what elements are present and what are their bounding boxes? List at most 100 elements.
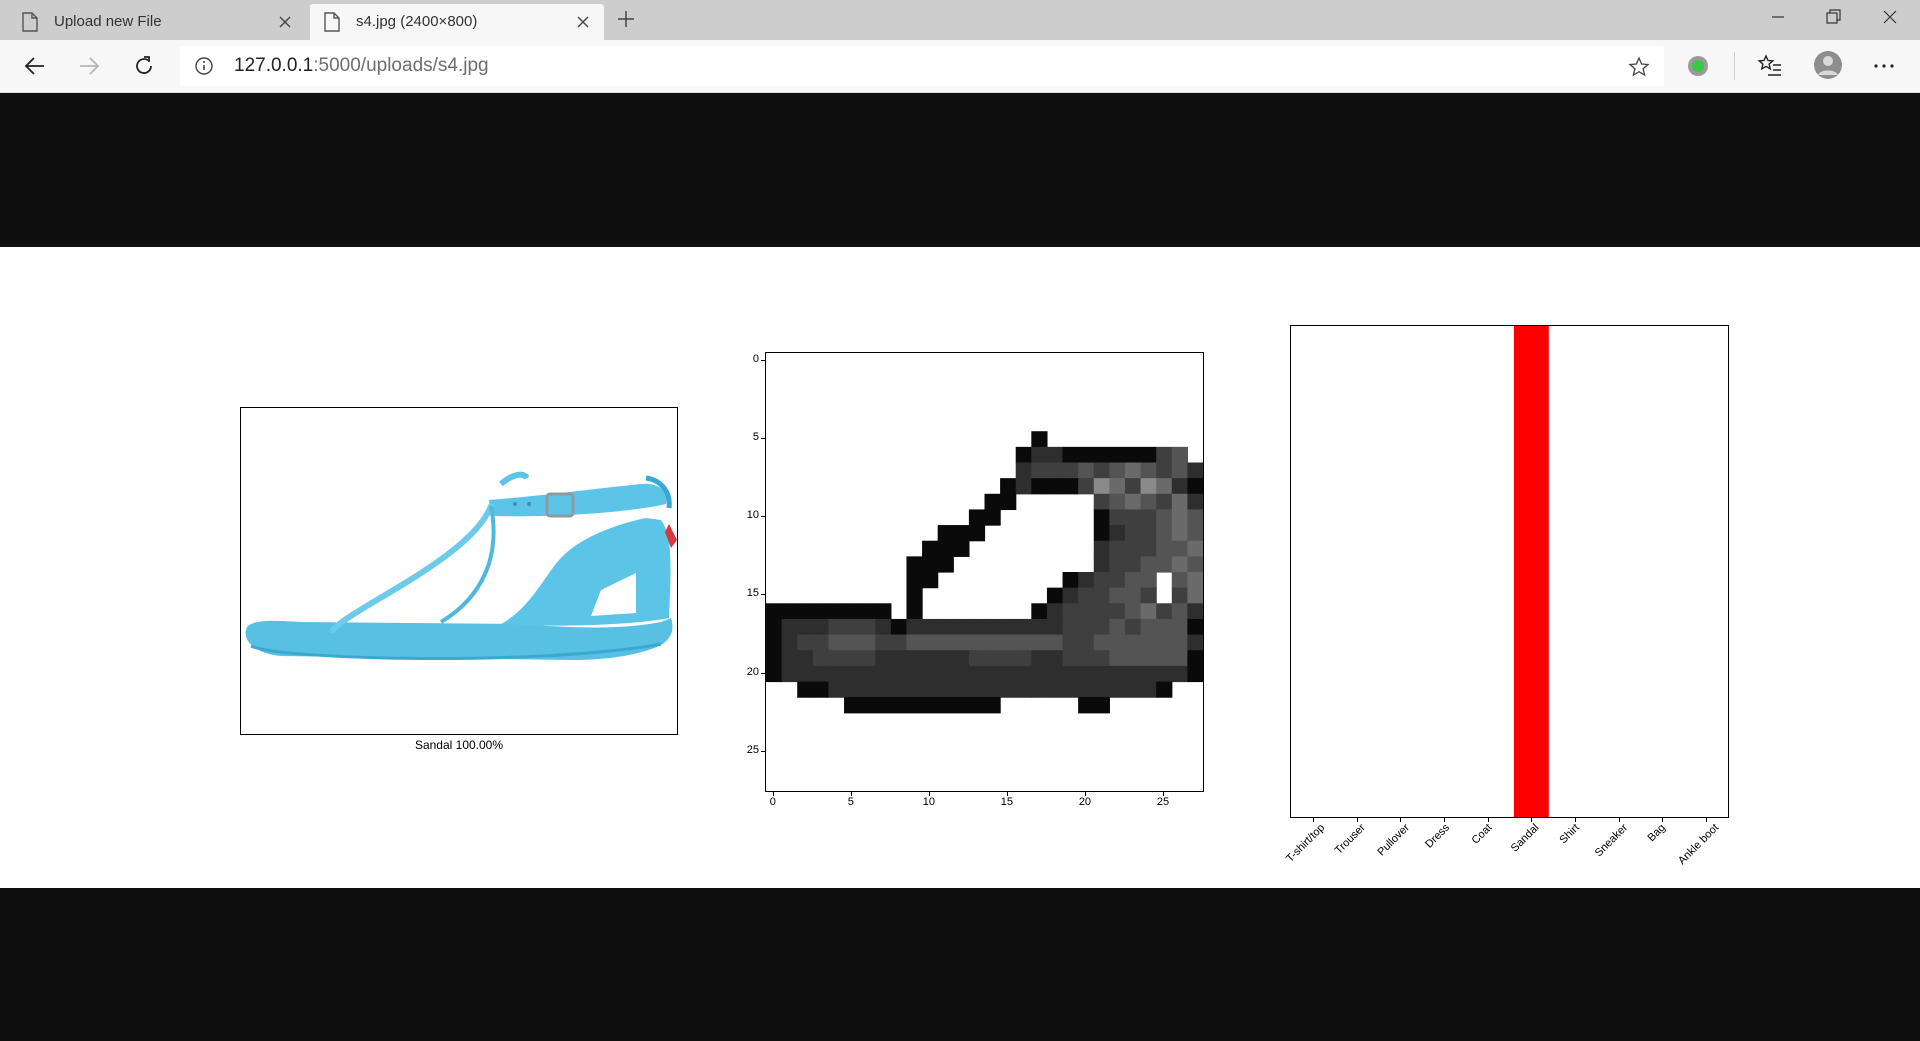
pixel: [1046, 446, 1064, 464]
pixel: [812, 681, 830, 698]
pixel: [1140, 572, 1157, 589]
pixel: [1031, 431, 1048, 448]
x-tick-mark: [928, 792, 930, 796]
pixel: [922, 634, 939, 651]
new-tab-icon[interactable]: [614, 7, 638, 31]
pixel: [1140, 462, 1157, 479]
pixel: [1156, 478, 1173, 495]
pixel: [937, 618, 954, 636]
pixel: [1093, 572, 1110, 589]
pixel: [1031, 665, 1048, 683]
y-tick-label: 0: [752, 352, 759, 365]
pixel: [1046, 681, 1064, 698]
pixel: [937, 556, 954, 573]
pixel: [875, 665, 892, 683]
y-tick-label: 5: [752, 431, 759, 444]
pixel: [1078, 650, 1095, 667]
pixel: [797, 618, 814, 636]
url-field[interactable]: 127.0.0.1:5000/uploads/s4.jpg: [180, 46, 1664, 86]
pixel: [1062, 603, 1079, 620]
pixel: [1109, 572, 1126, 589]
x-tick-mark: [1706, 818, 1707, 822]
pixel: [1062, 618, 1079, 636]
pixel: [859, 618, 876, 636]
x-tick-mark: [1084, 792, 1086, 796]
extension-icon[interactable]: [1685, 53, 1711, 79]
pixel: [781, 634, 798, 651]
tab-s4-jpg[interactable]: s4.jpg (2400×800): [310, 4, 604, 40]
pixel: [1171, 509, 1188, 526]
pixel: [1093, 665, 1110, 683]
pixel: [922, 665, 939, 683]
pixel: [1156, 509, 1173, 526]
y-tick-mark: [761, 594, 765, 596]
pixel: [1124, 650, 1142, 667]
pixel: [1109, 650, 1126, 667]
refresh-icon[interactable]: [131, 53, 157, 79]
pixel: [984, 634, 1001, 651]
forward-icon[interactable]: [76, 53, 102, 79]
pixel: [766, 603, 783, 620]
pixel: [1156, 540, 1173, 557]
pixel: [1140, 525, 1157, 542]
pixel: [1031, 634, 1048, 651]
pixel: [906, 618, 923, 636]
x-tick-mark: [1487, 818, 1489, 822]
pixel: [906, 603, 923, 620]
pixel: [1015, 618, 1032, 636]
x-tick-mark: [1662, 818, 1664, 822]
pixel: [1156, 634, 1173, 651]
back-icon[interactable]: [22, 53, 48, 79]
pixel: [1093, 478, 1110, 495]
close-icon[interactable]: [572, 11, 594, 33]
more-options-icon[interactable]: [1871, 53, 1897, 79]
pixel: [953, 665, 970, 683]
favorites-icon[interactable]: [1757, 53, 1783, 79]
pixel: [1124, 587, 1142, 604]
minimize-icon[interactable]: [1764, 3, 1792, 31]
pixel: [1140, 618, 1157, 636]
pixel: [1124, 618, 1142, 636]
pixel: [937, 634, 954, 651]
info-icon[interactable]: [194, 56, 214, 76]
pixel: [1156, 493, 1173, 511]
pixel: [1015, 650, 1032, 667]
pixel: [1062, 572, 1079, 589]
pixel: [844, 681, 861, 698]
x-tick-label: T-shirt/top: [1284, 821, 1328, 865]
page-icon: [22, 12, 38, 32]
pixel: [1093, 446, 1110, 464]
pixel: [1124, 525, 1142, 542]
pixel: [984, 509, 1001, 526]
x-tick-label: 5: [847, 796, 854, 808]
pixel: [968, 650, 986, 667]
pixel: [1171, 634, 1188, 651]
tab-label: s4.jpg (2400×800): [356, 13, 478, 30]
pixel: [1156, 603, 1173, 620]
favorite-star-icon[interactable]: [1628, 56, 1650, 78]
pixel: [875, 650, 892, 667]
restore-icon[interactable]: [1819, 3, 1847, 31]
pixel: [1046, 462, 1064, 479]
pixel: [797, 681, 814, 698]
pixel: [844, 650, 861, 667]
pixel: [1124, 446, 1142, 464]
pixel: [1156, 556, 1173, 573]
tab-upload-new-file[interactable]: Upload new File: [8, 4, 306, 40]
x-tick-label: 15: [1000, 796, 1014, 808]
pixel: [1093, 618, 1110, 636]
pixel: [1156, 618, 1173, 636]
pixel: [906, 572, 923, 589]
close-icon[interactable]: [274, 11, 296, 33]
pixel: [1078, 618, 1095, 636]
x-tick-mark: [1400, 818, 1402, 822]
pixel: [1171, 462, 1188, 479]
pixel: [1109, 556, 1126, 573]
profile-avatar-icon[interactable]: [1813, 50, 1843, 80]
pixel: [828, 665, 845, 683]
close-window-icon[interactable]: [1876, 3, 1904, 31]
pixel: [968, 665, 986, 683]
pixel: [828, 618, 845, 636]
bar-plot-area: [1513, 326, 1549, 817]
pixel: [875, 634, 892, 651]
